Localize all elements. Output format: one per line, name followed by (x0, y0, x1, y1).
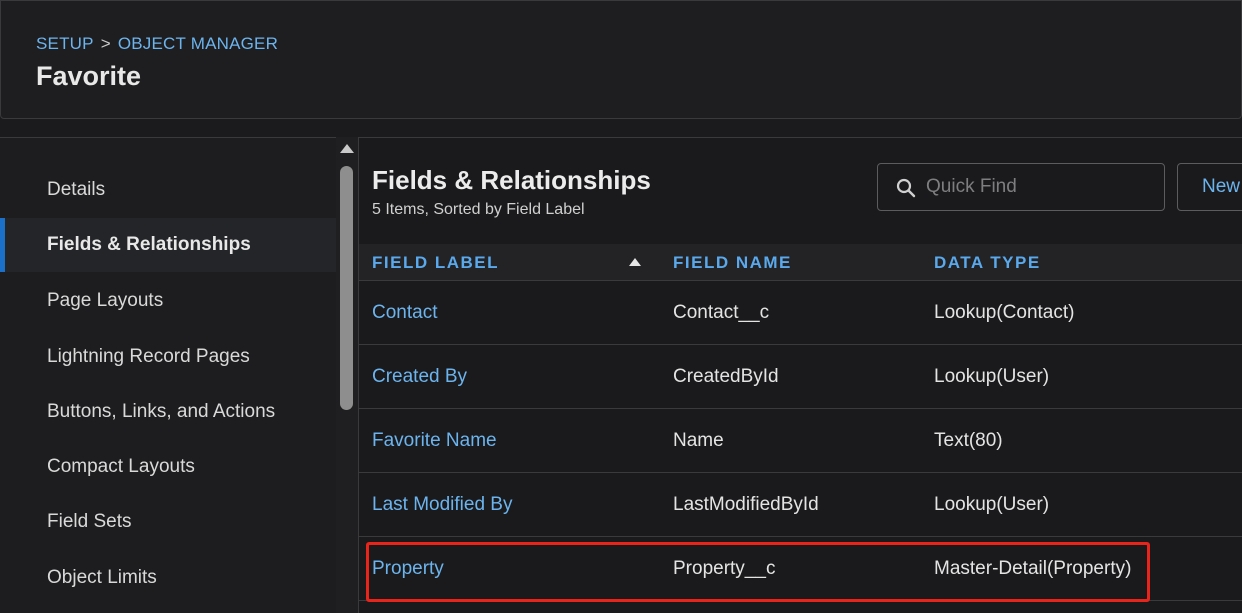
sort-ascending-icon[interactable] (629, 258, 641, 266)
table-row: Last Modified By LastModifiedById Lookup… (359, 473, 1242, 537)
field-name: Name (673, 429, 724, 451)
field-name: Property__c (673, 557, 776, 579)
sidebar-item-fields-relationships[interactable]: Fields & Relationships (0, 218, 336, 272)
sidebar-item-label: Lightning Record Pages (47, 346, 250, 367)
field-label-link[interactable]: Property (372, 537, 444, 600)
data-type: Lookup(Contact) (934, 301, 1075, 323)
table-header: FIELD LABEL FIELD NAME DATA TYPE (359, 244, 1242, 281)
scrollbar-thumb[interactable] (340, 166, 353, 410)
column-header-data-type[interactable]: DATA TYPE (934, 253, 1041, 273)
section-subtitle: 5 Items, Sorted by Field Label (372, 201, 585, 218)
breadcrumb: SETUP > OBJECT MANAGER (36, 34, 278, 54)
table-row: Created By CreatedById Lookup(User) (359, 345, 1242, 409)
field-name: LastModifiedById (673, 493, 819, 515)
column-header-field-label[interactable]: FIELD LABEL (372, 253, 499, 273)
section-title: Fields & Relationships (372, 165, 651, 195)
sidebar-item-label: Buttons, Links, and Actions (47, 401, 276, 422)
sidebar-item-page-layouts[interactable]: Page Layouts (0, 274, 336, 328)
breadcrumb-separator: > (100, 34, 111, 53)
search-icon (896, 178, 916, 198)
page-header: SETUP > OBJECT MANAGER Favorite (0, 0, 1242, 119)
table-row: Favorite Name Name Text(80) (359, 409, 1242, 473)
sidebar-item-label: Object Limits (47, 567, 157, 588)
field-name: Contact__c (673, 301, 770, 323)
table-row: Contact Contact__c Lookup(Contact) (359, 281, 1242, 345)
quick-find-box[interactable] (877, 163, 1165, 211)
data-type: Lookup(User) (934, 493, 1050, 515)
sidebar-item-object-limits[interactable]: Object Limits (0, 551, 336, 605)
sidebar-item-label: Fields & Relationships (47, 234, 251, 255)
field-label-link[interactable]: Last Modified By (372, 473, 512, 536)
scroll-up-arrow-icon[interactable] (340, 144, 354, 153)
sidebar-item-label: Page Layouts (47, 290, 164, 311)
sidebar-item-label: Details (47, 179, 106, 200)
sidebar-item-label: Field Sets (47, 511, 132, 532)
field-label-link[interactable]: Contact (372, 281, 437, 344)
data-type: Master-Detail(Property) (934, 557, 1132, 579)
field-label-link[interactable]: Favorite Name (372, 409, 497, 472)
quick-find-input[interactable] (926, 172, 1154, 202)
new-button[interactable]: New (1177, 163, 1242, 211)
field-name: CreatedById (673, 365, 779, 387)
sidebar-item-compact-layouts[interactable]: Compact Layouts (0, 440, 336, 494)
sidebar-item-lightning-record-pages[interactable]: Lightning Record Pages (0, 330, 336, 384)
breadcrumb-object-manager[interactable]: OBJECT MANAGER (118, 34, 278, 53)
sidebar: Details Fields & Relationships Page Layo… (0, 137, 336, 613)
page-title: Favorite (36, 61, 142, 91)
column-header-field-name[interactable]: FIELD NAME (673, 253, 792, 273)
data-type: Text(80) (934, 429, 1003, 451)
breadcrumb-setup[interactable]: SETUP (36, 34, 94, 53)
main-content: Fields & Relationships 5 Items, Sorted b… (358, 137, 1242, 613)
field-label-link[interactable]: Created By (372, 345, 467, 408)
data-type: Lookup(User) (934, 365, 1050, 387)
table-row: Property Property__c Master-Detail(Prope… (359, 537, 1242, 601)
sidebar-item-label: Compact Layouts (47, 456, 195, 477)
sidebar-item-field-sets[interactable]: Field Sets (0, 495, 336, 549)
sidebar-item-buttons-links-actions[interactable]: Buttons, Links, and Actions (0, 385, 336, 439)
sidebar-item-details[interactable]: Details (0, 163, 336, 217)
